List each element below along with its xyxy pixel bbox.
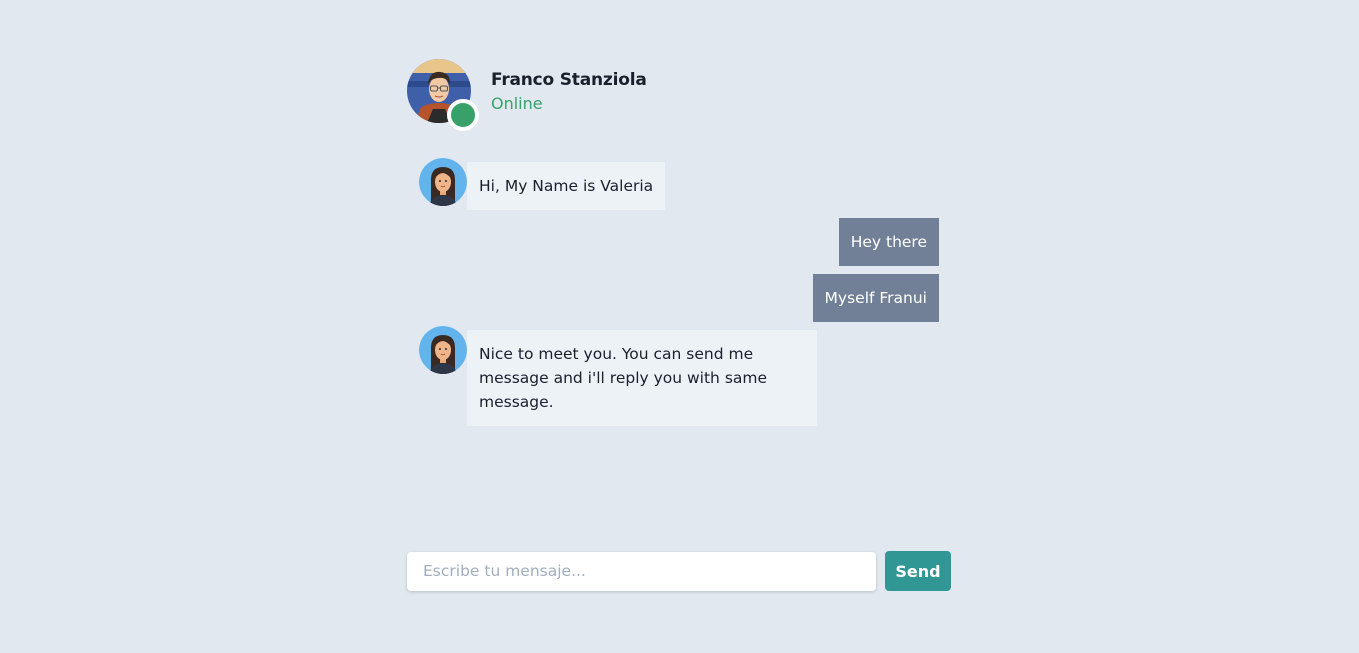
message-input[interactable] bbox=[407, 551, 876, 591]
contact-info: Franco Stanziola Online bbox=[491, 68, 647, 116]
contact-status: Online bbox=[491, 94, 543, 113]
contact-name: Franco Stanziola bbox=[491, 70, 647, 90]
bot-avatar-icon bbox=[419, 158, 467, 206]
chat-app: Franco Stanziola Online Hi, My Name is V… bbox=[0, 0, 1359, 653]
bot-message-bubble: Hi, My Name is Valeria bbox=[467, 162, 666, 210]
message-composer: Send bbox=[407, 551, 951, 591]
bot-avatar-icon bbox=[419, 326, 467, 374]
message-row-bot: Hi, My Name is Valeria bbox=[419, 158, 666, 210]
online-status-icon bbox=[447, 99, 479, 131]
user-message-bubble: Myself Franui bbox=[812, 274, 939, 322]
message-row-bot: Nice to meet you. You can send me messag… bbox=[419, 326, 817, 426]
user-message-bubble: Hey there bbox=[838, 218, 939, 266]
send-button[interactable]: Send bbox=[885, 551, 951, 591]
chat-header: Franco Stanziola Online bbox=[407, 59, 647, 131]
contact-avatar[interactable] bbox=[407, 59, 479, 131]
bot-message-bubble: Nice to meet you. You can send me messag… bbox=[467, 330, 817, 426]
